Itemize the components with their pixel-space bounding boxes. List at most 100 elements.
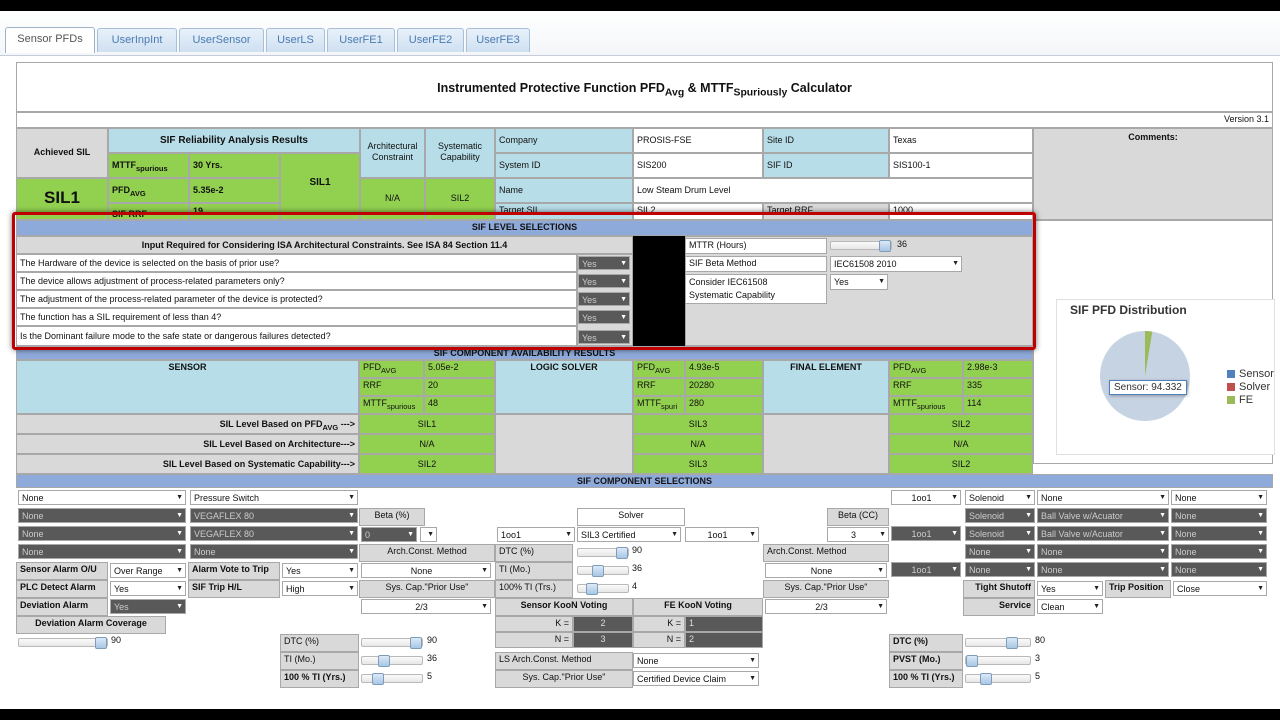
fe-dtc-slider[interactable] (965, 637, 1031, 649)
tab-usersensor[interactable]: UserSensor (179, 28, 264, 52)
tab-userfe1[interactable]: UserFE1 (327, 28, 395, 52)
fe-3-arch-dropdown[interactable]: 1oo1 ▼ (891, 526, 961, 541)
sensor-n-value[interactable]: 3 (573, 632, 633, 648)
fe-arch-method-dropdown[interactable]: None ▼ (765, 563, 887, 578)
fe-3-solenoid-dropdown[interactable]: Solenoid ▼ (965, 526, 1035, 541)
target-rrf-field[interactable]: 1000 (889, 203, 1033, 220)
fe-3-extra-dropdown[interactable]: None ▼ (1171, 526, 1267, 541)
trip-position-label: Trip Position (1105, 580, 1171, 598)
sif-id-field[interactable]: SIS100-1 (889, 153, 1033, 178)
solver-ti100-slider[interactable] (577, 583, 629, 595)
sensor-k-value[interactable]: 2 (573, 616, 633, 632)
fe-2-solenoid-dropdown[interactable]: Solenoid ▼ (965, 508, 1035, 523)
fe-1-extra-dropdown[interactable]: None ▼ (1171, 490, 1267, 505)
company-field[interactable]: PROSIS-FSE (633, 128, 763, 153)
service-dropdown[interactable]: Clean ▼ (1037, 599, 1103, 614)
fe-3-valve-dropdown[interactable]: Ball Valve w/Acuator ▼ (1037, 526, 1169, 541)
solver-dtc-thumb[interactable] (616, 547, 628, 559)
solver-vote-dropdown[interactable]: 1oo1 ▼ (685, 527, 759, 542)
fe-5-extra-dropdown[interactable]: None ▼ (1171, 562, 1267, 577)
plc-detect-dropdown[interactable]: Yes ▼ (110, 581, 186, 596)
fe-voting-dropdown[interactable]: 2/3 ▼ (765, 599, 887, 614)
answer-2-dropdown[interactable]: Yes ▼ (578, 274, 630, 288)
fe-beta-dropdown[interactable]: 3 ▼ (827, 527, 889, 542)
fe-2-valve-dropdown[interactable]: Ball Valve w/Acuator ▼ (1037, 508, 1169, 523)
fe-1-valve-dropdown[interactable]: None ▼ (1037, 490, 1169, 505)
fe-4-valve-dropdown[interactable]: None ▼ (1037, 544, 1169, 559)
mttr-slider[interactable] (830, 240, 892, 252)
answer-3-dropdown[interactable]: Yes ▼ (578, 292, 630, 306)
fe-2-extra-dropdown[interactable]: None ▼ (1171, 508, 1267, 523)
legend-fe[interactable]: FE (1227, 394, 1253, 406)
legend-sensor[interactable]: Sensor (1227, 368, 1274, 380)
tab-sensor-pfds[interactable]: Sensor PFDs (5, 27, 95, 53)
sensor-1-model-dropdown[interactable]: Pressure Switch ▼ (190, 490, 358, 505)
sensor-pfd-label: PFDAVG (359, 360, 424, 378)
legend-solver[interactable]: Solver (1227, 381, 1270, 393)
sensor-beta-dropdown-2[interactable]: ▼ (420, 527, 437, 542)
ls-ti100-slider[interactable] (361, 673, 423, 685)
sensor-4-model-dropdown[interactable]: None ▼ (190, 544, 358, 559)
tab-userinpint[interactable]: UserInpInt (97, 28, 177, 52)
cert-claim-dropdown[interactable]: Certified Device Claim ▼ (633, 671, 759, 686)
answer-1-dropdown[interactable]: Yes ▼ (578, 256, 630, 270)
fe-ti100-thumb[interactable] (980, 673, 992, 685)
ls-dtc-slider[interactable] (361, 637, 423, 649)
answer-5-dropdown[interactable]: Yes ▼ (578, 330, 630, 344)
tight-shutoff-dropdown[interactable]: Yes ▼ (1037, 581, 1103, 596)
version-label: Version 3.1 (16, 112, 1273, 128)
sensor-alarm-dropdown[interactable]: Over Range ▼ (110, 563, 186, 578)
fe-1-solenoid-dropdown[interactable]: Solenoid ▼ (965, 490, 1035, 505)
mttr-slider-thumb[interactable] (879, 240, 891, 252)
answer-4-dropdown[interactable]: Yes ▼ (578, 310, 630, 324)
sensor-1-type-dropdown[interactable]: None ▼ (18, 490, 186, 505)
fe-k-value[interactable]: 1 (685, 616, 763, 632)
ls-ti-slider[interactable] (361, 655, 423, 667)
name-field[interactable]: Low Steam Drum Level (633, 178, 1033, 203)
ls-ti-thumb[interactable] (378, 655, 390, 667)
deviation-alarm-dropdown[interactable]: Yes ▼ (110, 599, 186, 614)
target-sil-dropdown[interactable]: SIL2 (633, 203, 763, 220)
solver-dtc-slider[interactable] (577, 547, 629, 559)
fe-n-value[interactable]: 2 (685, 632, 763, 648)
sensor-arch-method-dropdown[interactable]: None ▼ (361, 563, 491, 578)
deviation-coverage-slider[interactable] (18, 637, 108, 649)
trip-position-dropdown[interactable]: Close ▼ (1173, 581, 1267, 596)
sensor-4-type-dropdown[interactable]: None ▼ (18, 544, 186, 559)
tab-userfe3[interactable]: UserFE3 (466, 28, 530, 52)
sensor-2-model-dropdown[interactable]: VEGAFLEX 80 ▼ (190, 508, 358, 523)
solver-arch-dropdown[interactable]: 1oo1 ▼ (497, 527, 575, 542)
sensor-voting-dropdown[interactable]: 2/3 ▼ (361, 599, 491, 614)
fe-1-arch-dropdown[interactable]: 1oo1 ▼ (891, 490, 961, 505)
ls-ti100-thumb[interactable] (372, 673, 384, 685)
fe-dtc-thumb[interactable] (1006, 637, 1018, 649)
solver-ti-slider[interactable] (577, 565, 629, 577)
tab-userls[interactable]: UserLS (266, 28, 325, 52)
pvst-thumb[interactable] (966, 655, 978, 667)
fe-4-extra-dropdown[interactable]: None ▼ (1171, 544, 1267, 559)
tab-userfe2[interactable]: UserFE2 (397, 28, 464, 52)
site-id-field[interactable]: Texas (889, 128, 1033, 153)
ls-arch-method-dropdown[interactable]: None ▼ (633, 653, 759, 668)
ls-dtc-thumb[interactable] (410, 637, 422, 649)
fe-5-solenoid-dropdown[interactable]: None ▼ (965, 562, 1035, 577)
beta-method-dropdown[interactable]: IEC61508 2010 ▼ (830, 256, 962, 272)
sensor-beta-dropdown[interactable]: 0 ▼ (361, 527, 417, 542)
solver-cert-dropdown[interactable]: SIL3 Certified ▼ (577, 527, 681, 542)
sensor-2-type-dropdown[interactable]: None ▼ (18, 508, 186, 523)
solver-ti-thumb[interactable] (592, 565, 604, 577)
fe-5-valve-dropdown[interactable]: None ▼ (1037, 562, 1169, 577)
fe-4-solenoid-dropdown[interactable]: None ▼ (965, 544, 1035, 559)
fe-ti100-slider[interactable] (965, 673, 1031, 685)
sensor-3-type-dropdown[interactable]: None ▼ (18, 526, 186, 541)
fe-rrf-label: RRF (889, 378, 963, 396)
solver-ti100-thumb[interactable] (586, 583, 598, 595)
pvst-slider[interactable] (965, 655, 1031, 667)
fe-5-arch-dropdown[interactable]: 1oo1 ▼ (891, 562, 961, 577)
alarm-vote-dropdown[interactable]: Yes ▼ (282, 563, 358, 578)
system-id-field[interactable]: SIS200 (633, 153, 763, 178)
deviation-coverage-thumb[interactable] (95, 637, 107, 649)
consider-iec-dropdown[interactable]: Yes ▼ (830, 274, 888, 290)
sif-trip-dropdown[interactable]: High ▼ (282, 581, 358, 596)
sensor-3-model-dropdown[interactable]: VEGAFLEX 80 ▼ (190, 526, 358, 541)
